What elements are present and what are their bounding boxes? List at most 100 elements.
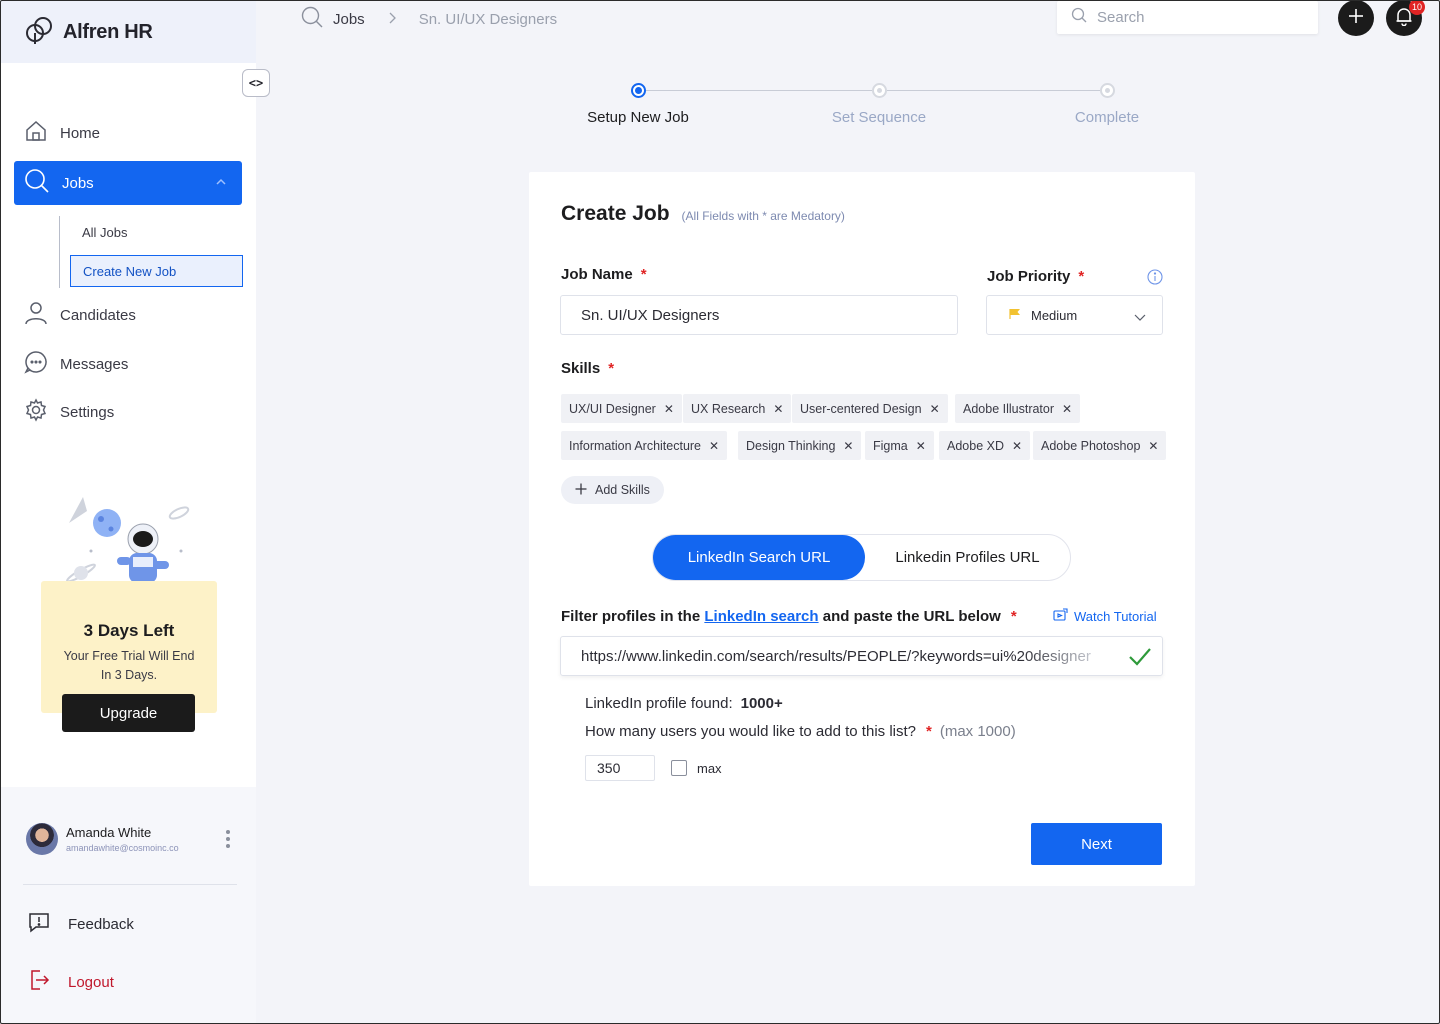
skill-chip: User-centered Design ✕ bbox=[792, 394, 948, 423]
close-icon[interactable]: ✕ bbox=[773, 402, 783, 416]
trial-text: Your Free Trial Will End In 3 Days. bbox=[54, 647, 204, 685]
close-icon[interactable]: ✕ bbox=[1148, 439, 1158, 453]
skill-chip-label: Information Architecture bbox=[569, 438, 702, 453]
nav-item-messages[interactable]: Messages bbox=[14, 342, 242, 386]
job-name-field[interactable] bbox=[560, 295, 958, 335]
job-name-input[interactable] bbox=[561, 306, 957, 324]
close-icon[interactable]: ✕ bbox=[709, 439, 719, 453]
notifications-button[interactable]: 10 bbox=[1386, 0, 1425, 36]
plus-icon bbox=[575, 483, 587, 498]
step-dot-setup bbox=[631, 83, 646, 98]
linkedin-search-link[interactable]: LinkedIn search bbox=[704, 608, 818, 625]
skill-chip: UX Research ✕ bbox=[683, 394, 792, 423]
tab-linkedin-profiles-url[interactable]: Linkedin Profiles URL bbox=[865, 535, 1070, 580]
skills-label-text: Skills bbox=[561, 360, 601, 377]
sidebar-item-all-jobs[interactable]: All Jobs bbox=[70, 216, 243, 248]
tab-linkedin-search-url[interactable]: LinkedIn Search URL bbox=[653, 535, 865, 580]
filter-label: Filter profiles in the LinkedIn search a… bbox=[561, 608, 1017, 625]
more-options-icon[interactable] bbox=[226, 830, 232, 851]
skill-chip-label: Adobe XD bbox=[947, 438, 1004, 453]
close-icon[interactable]: ✕ bbox=[664, 402, 674, 416]
stepper-line bbox=[645, 90, 872, 91]
required-mark: * bbox=[1078, 268, 1085, 285]
chevron-down-icon bbox=[1134, 310, 1146, 325]
skill-chip-label: Figma bbox=[873, 438, 908, 453]
users-count-question: How many users you would like to add to … bbox=[585, 723, 1016, 740]
search-bar[interactable] bbox=[1057, 1, 1318, 34]
skill-chip: Design Thinking ✕ bbox=[738, 431, 862, 460]
divider bbox=[23, 884, 237, 885]
linkedin-url-field[interactable]: https://www.linkedin.com/search/results/… bbox=[560, 636, 1163, 676]
job-priority-select[interactable]: Medium bbox=[986, 295, 1163, 335]
users-count-input[interactable]: 350 bbox=[585, 755, 655, 781]
notification-badge: 10 bbox=[1409, 0, 1425, 15]
search-icon bbox=[1071, 7, 1087, 28]
logout-link[interactable]: Logout bbox=[28, 969, 114, 995]
video-icon bbox=[1053, 608, 1068, 625]
required-mark: * bbox=[926, 723, 932, 740]
info-icon[interactable] bbox=[1147, 269, 1163, 290]
feedback-link[interactable]: Feedback bbox=[28, 911, 134, 937]
nav-label-home: Home bbox=[60, 124, 101, 142]
add-skills-button[interactable]: Add Skills bbox=[561, 476, 664, 504]
create-job-card: Create Job (All Fields with * are Medato… bbox=[529, 172, 1195, 886]
chat-bubble-icon bbox=[24, 350, 48, 378]
nav-item-candidates[interactable]: Candidates bbox=[14, 293, 242, 337]
job-priority-value: Medium bbox=[1031, 307, 1078, 323]
step-label-complete: Complete bbox=[1074, 109, 1140, 126]
skill-chip-label: Adobe Photoshop bbox=[1041, 438, 1141, 453]
close-icon[interactable]: ✕ bbox=[1012, 439, 1022, 453]
skill-chip-label: Design Thinking bbox=[746, 438, 836, 453]
linkedin-url-input[interactable]: https://www.linkedin.com/search/results/… bbox=[561, 648, 1121, 665]
skill-chip: UX/UI Designer ✕ bbox=[561, 394, 682, 423]
max-checkbox[interactable]: max bbox=[671, 760, 722, 776]
add-skills-label: Add Skills bbox=[595, 483, 650, 497]
add-button[interactable] bbox=[1338, 0, 1374, 36]
nav-item-settings[interactable]: Settings bbox=[14, 390, 242, 434]
nav-item-jobs[interactable]: Jobs bbox=[14, 161, 242, 205]
close-icon[interactable]: ✕ bbox=[916, 439, 926, 453]
card-header: Create Job (All Fields with * are Medato… bbox=[561, 202, 845, 226]
nav-label-settings: Settings bbox=[60, 403, 115, 421]
breadcrumb-jobs[interactable]: Jobs bbox=[333, 11, 365, 28]
step-dot-sequence bbox=[872, 83, 887, 98]
sidebar-item-create-new-job[interactable]: Create New Job bbox=[70, 255, 243, 287]
checkbox[interactable] bbox=[671, 760, 687, 776]
url-type-toggle: LinkedIn Search URL Linkedin Profiles UR… bbox=[652, 534, 1071, 581]
user-email: amandawhite@cosmoinc.co bbox=[66, 843, 179, 853]
skill-chip: Figma ✕ bbox=[865, 431, 934, 460]
sidebar: Alfren HR Home Jobs All Jobs Create New … bbox=[1, 1, 256, 1023]
chevron-up-icon bbox=[214, 175, 228, 193]
brand-name: Alfren HR bbox=[63, 20, 153, 43]
user-profile[interactable]: Amanda White amandawhite@cosmoinc.co bbox=[26, 823, 179, 855]
filter-label-prefix: Filter profiles in the bbox=[561, 608, 701, 625]
trial-text-line2: In 3 Days. bbox=[100, 668, 158, 682]
required-mark: * bbox=[608, 360, 615, 377]
nav-item-home[interactable]: Home bbox=[14, 111, 242, 155]
skill-chip-label: Adobe Illustrator bbox=[963, 401, 1055, 416]
nav-label-messages: Messages bbox=[60, 355, 129, 373]
gear-icon bbox=[24, 398, 48, 426]
upgrade-button[interactable]: Upgrade bbox=[62, 694, 195, 732]
stepper-line bbox=[887, 90, 1100, 91]
feedback-icon bbox=[28, 911, 50, 937]
watch-tutorial-link[interactable]: Watch Tutorial bbox=[1053, 608, 1157, 625]
sidebar-footer: Amanda White amandawhite@cosmoinc.co Fee… bbox=[1, 787, 256, 1023]
close-icon[interactable]: ✕ bbox=[1062, 402, 1072, 416]
skill-chip-label: User-centered Design bbox=[800, 401, 922, 416]
nav-label-jobs: Jobs bbox=[62, 174, 94, 192]
user-name: Amanda White bbox=[66, 825, 152, 840]
next-button[interactable]: Next bbox=[1031, 823, 1162, 865]
close-icon[interactable]: ✕ bbox=[930, 402, 940, 416]
sidebar-collapse-button[interactable]: <> bbox=[242, 69, 270, 97]
watch-tutorial-label: Watch Tutorial bbox=[1074, 609, 1157, 624]
avatar bbox=[26, 823, 58, 855]
user-icon bbox=[24, 301, 48, 329]
page-subtitle: (All Fields with * are Medatory) bbox=[681, 209, 845, 223]
skills-label: Skills * bbox=[561, 360, 614, 377]
close-icon[interactable]: ✕ bbox=[843, 439, 853, 453]
search-input[interactable] bbox=[1097, 9, 1297, 26]
profiles-found-label: LinkedIn profile found: bbox=[585, 695, 733, 712]
users-count-max: (max 1000) bbox=[939, 723, 1016, 740]
logout-icon bbox=[28, 969, 50, 995]
